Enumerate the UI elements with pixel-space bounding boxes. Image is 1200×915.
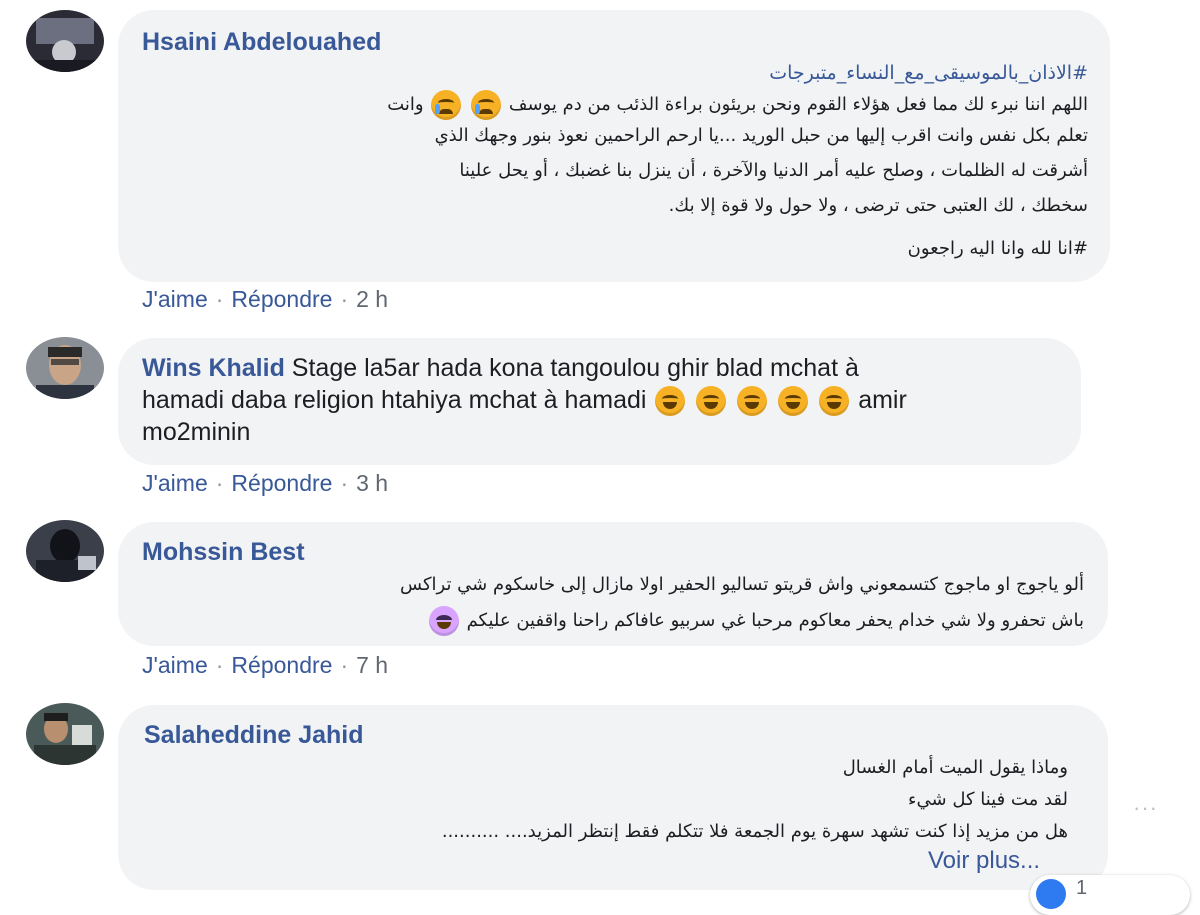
timestamp[interactable]: 7 h [356,652,388,678]
cool-face-icon [428,606,459,636]
rolling-laughing-icon [737,386,768,417]
comment-author[interactable]: Hsaini Abdelouahed [142,28,381,57]
comment-text-line: وماذا يقول الميت أمام الغسال [842,757,1068,778]
comment-text-line: هل من مزيد إذا كنت تشهد سهرة يوم الجمعة … [441,821,1068,842]
separator: · [340,286,349,312]
comment-author[interactable]: Wins Khalid [142,354,285,382]
comment-actions: J'aime · Répondre · 3 h [142,470,388,497]
comment-text-line: باش تحفرو ولا شي خدام يحفر معاكوم مرحبا … [427,606,1084,636]
comment-text-line: اللهم اننا نبرء لك مما فعل هؤلاء القوم و… [387,90,1088,120]
rolling-laughing-icon [778,386,809,417]
comment-bubble: Wins Khalid Stage la5ar hada kona tangou… [118,338,1081,465]
crying-face-icon [431,90,462,120]
comment-text-line: ألو ياجوج او ماجوج كتسمعوني واش قريتو تس… [400,574,1084,595]
avatar[interactable] [26,520,104,582]
comment-bubble: Hsaini Abdelouahed #الاذان_بالموسيقى_مع_… [118,10,1110,282]
separator: · [340,652,349,678]
like-button[interactable]: J'aime [142,286,208,312]
separator: · [215,652,224,678]
comment-actions: J'aime · Répondre · 2 h [142,286,388,313]
avatar[interactable] [26,703,104,765]
reply-button[interactable]: Répondre [231,470,332,496]
crying-face-icon [471,90,502,120]
comment-text-line: أشرقت له الظلمات ، وصلح عليه أمر الدنيا … [459,160,1088,181]
comment-text-line: hamadi daba religion htahiya mchat à ham… [142,386,907,417]
rolling-laughing-icon [819,386,850,417]
like-reaction-icon [1036,879,1066,909]
comment-text-line: سخطك ، لك العتبى حتى ترضى ، ولا حول ولا … [668,195,1088,216]
comment-text-line: تعلم بكل نفس وانت اقرب إليها من حبل الور… [434,125,1088,146]
reply-button[interactable]: Répondre [231,286,332,312]
like-button[interactable]: J'aime [142,470,208,496]
timestamp[interactable]: 2 h [356,286,388,312]
avatar[interactable] [26,10,104,72]
comment-bubble: Salaheddine Jahid وماذا يقول الميت أمام … [118,705,1108,890]
rolling-laughing-icon [655,386,686,417]
see-more-link[interactable]: Voir plus... [928,847,1040,875]
separator: · [215,470,224,496]
separator: · [215,286,224,312]
comment-author[interactable]: Salaheddine Jahid [144,721,364,750]
reply-button[interactable]: Répondre [231,652,332,678]
like-button[interactable]: J'aime [142,652,208,678]
avatar[interactable] [26,337,104,399]
rolling-laughing-icon [696,386,727,417]
comment-author[interactable]: Mohssin Best [142,538,305,567]
comment-bubble: Mohssin Best ألو ياجوج او ماجوج كتسمعوني… [118,522,1108,646]
comment-text-line: لقد مت فينا كل شيء [908,789,1068,810]
reaction-count-badge[interactable]: 1 [1030,875,1190,915]
hashtag-link[interactable]: #انا لله وانا اليه راجعون [908,238,1088,259]
comment-actions: J'aime · Répondre · 7 h [142,652,388,679]
timestamp[interactable]: 3 h [356,470,388,496]
separator: · [340,470,349,496]
more-options-icon[interactable]: ··· [1133,795,1158,821]
comment-text-line: Wins Khalid Stage la5ar hada kona tangou… [142,354,859,382]
reaction-count: 1 [1076,877,1088,899]
comment-text-line: mo2minin [142,418,251,446]
hashtag-link[interactable]: #الاذان_بالموسيقى_مع_النساء_متبرجات [769,62,1088,84]
